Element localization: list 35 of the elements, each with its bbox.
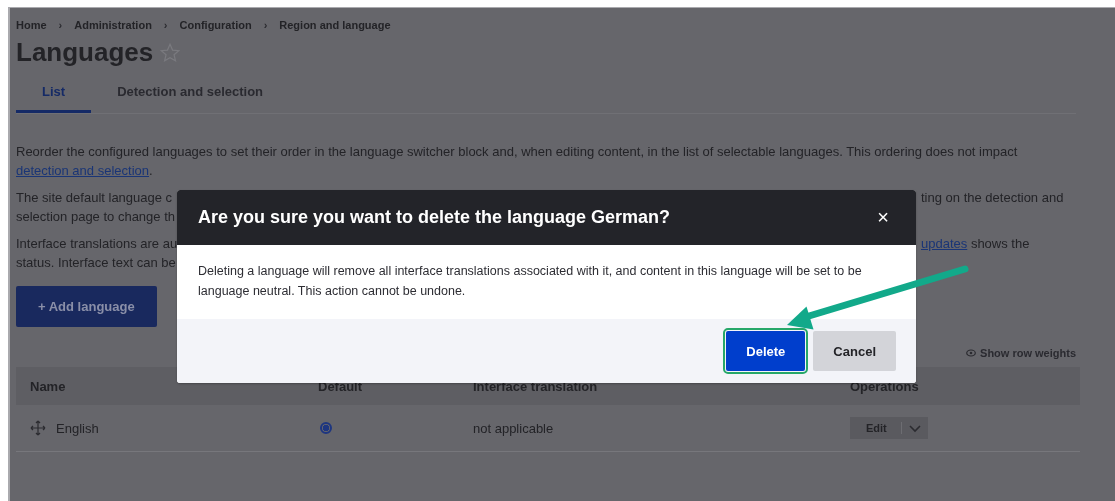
tab[interactable]: List [16, 82, 92, 113]
breadcrumb-link[interactable]: Configuration [179, 19, 252, 31]
breadcrumb-link[interactable]: Region and language [279, 19, 391, 31]
description-text: ting on the detection and [921, 189, 1065, 207]
updates-link[interactable]: updates [921, 236, 968, 251]
page-title: Languages [16, 37, 154, 68]
breadcrumb-separator: › [263, 19, 268, 31]
add-language-button[interactable]: + Add language [16, 286, 157, 327]
detection-link[interactable]: detection and selection [16, 163, 149, 178]
operations-dropbutton[interactable]: Edit [850, 417, 928, 439]
close-button[interactable]: × [871, 206, 895, 229]
cancel-button[interactable]: Cancel [813, 331, 896, 371]
dialog-message: Deleting a language will remove all interface translations associated with it, and content in this language will be set to be language neutral. This action cannot be undone. [198, 263, 863, 300]
breadcrumb-separator: › [58, 19, 63, 31]
show-row-weights-link[interactable]: Show row weights [966, 347, 1076, 359]
description-text: status. Interface text can be [16, 254, 176, 272]
column-header: Name [29, 378, 67, 394]
eye-icon [966, 349, 977, 357]
tab[interactable]: Detection and selection [91, 82, 290, 113]
delete-button[interactable]: Delete [726, 331, 806, 371]
column-header: Operations [849, 378, 920, 394]
description-text: Interface translations are au [16, 235, 178, 253]
description-text: updates shows the [921, 235, 1031, 253]
breadcrumb-separator: › [163, 19, 168, 31]
default-radio[interactable] [320, 422, 332, 434]
language-name: English [56, 420, 99, 436]
description-text: The site default language c [16, 189, 173, 207]
description-text: selection page to change th [16, 208, 175, 226]
drag-handle-icon[interactable] [30, 420, 46, 436]
dialog-title: Are you sure you want to delete the language German? [198, 207, 671, 228]
breadcrumb-link[interactable]: Home [16, 19, 47, 31]
breadcrumb-link[interactable]: Administration [74, 19, 152, 31]
table-cell-text: not applicable [472, 420, 555, 436]
description-text: Reorder the configured languages to set their order in the language switcher block and, when editing content, in the list of selectable languages. This ordering does not impact detection and selection. [16, 143, 1019, 180]
column-header: Interface translation [472, 378, 599, 394]
